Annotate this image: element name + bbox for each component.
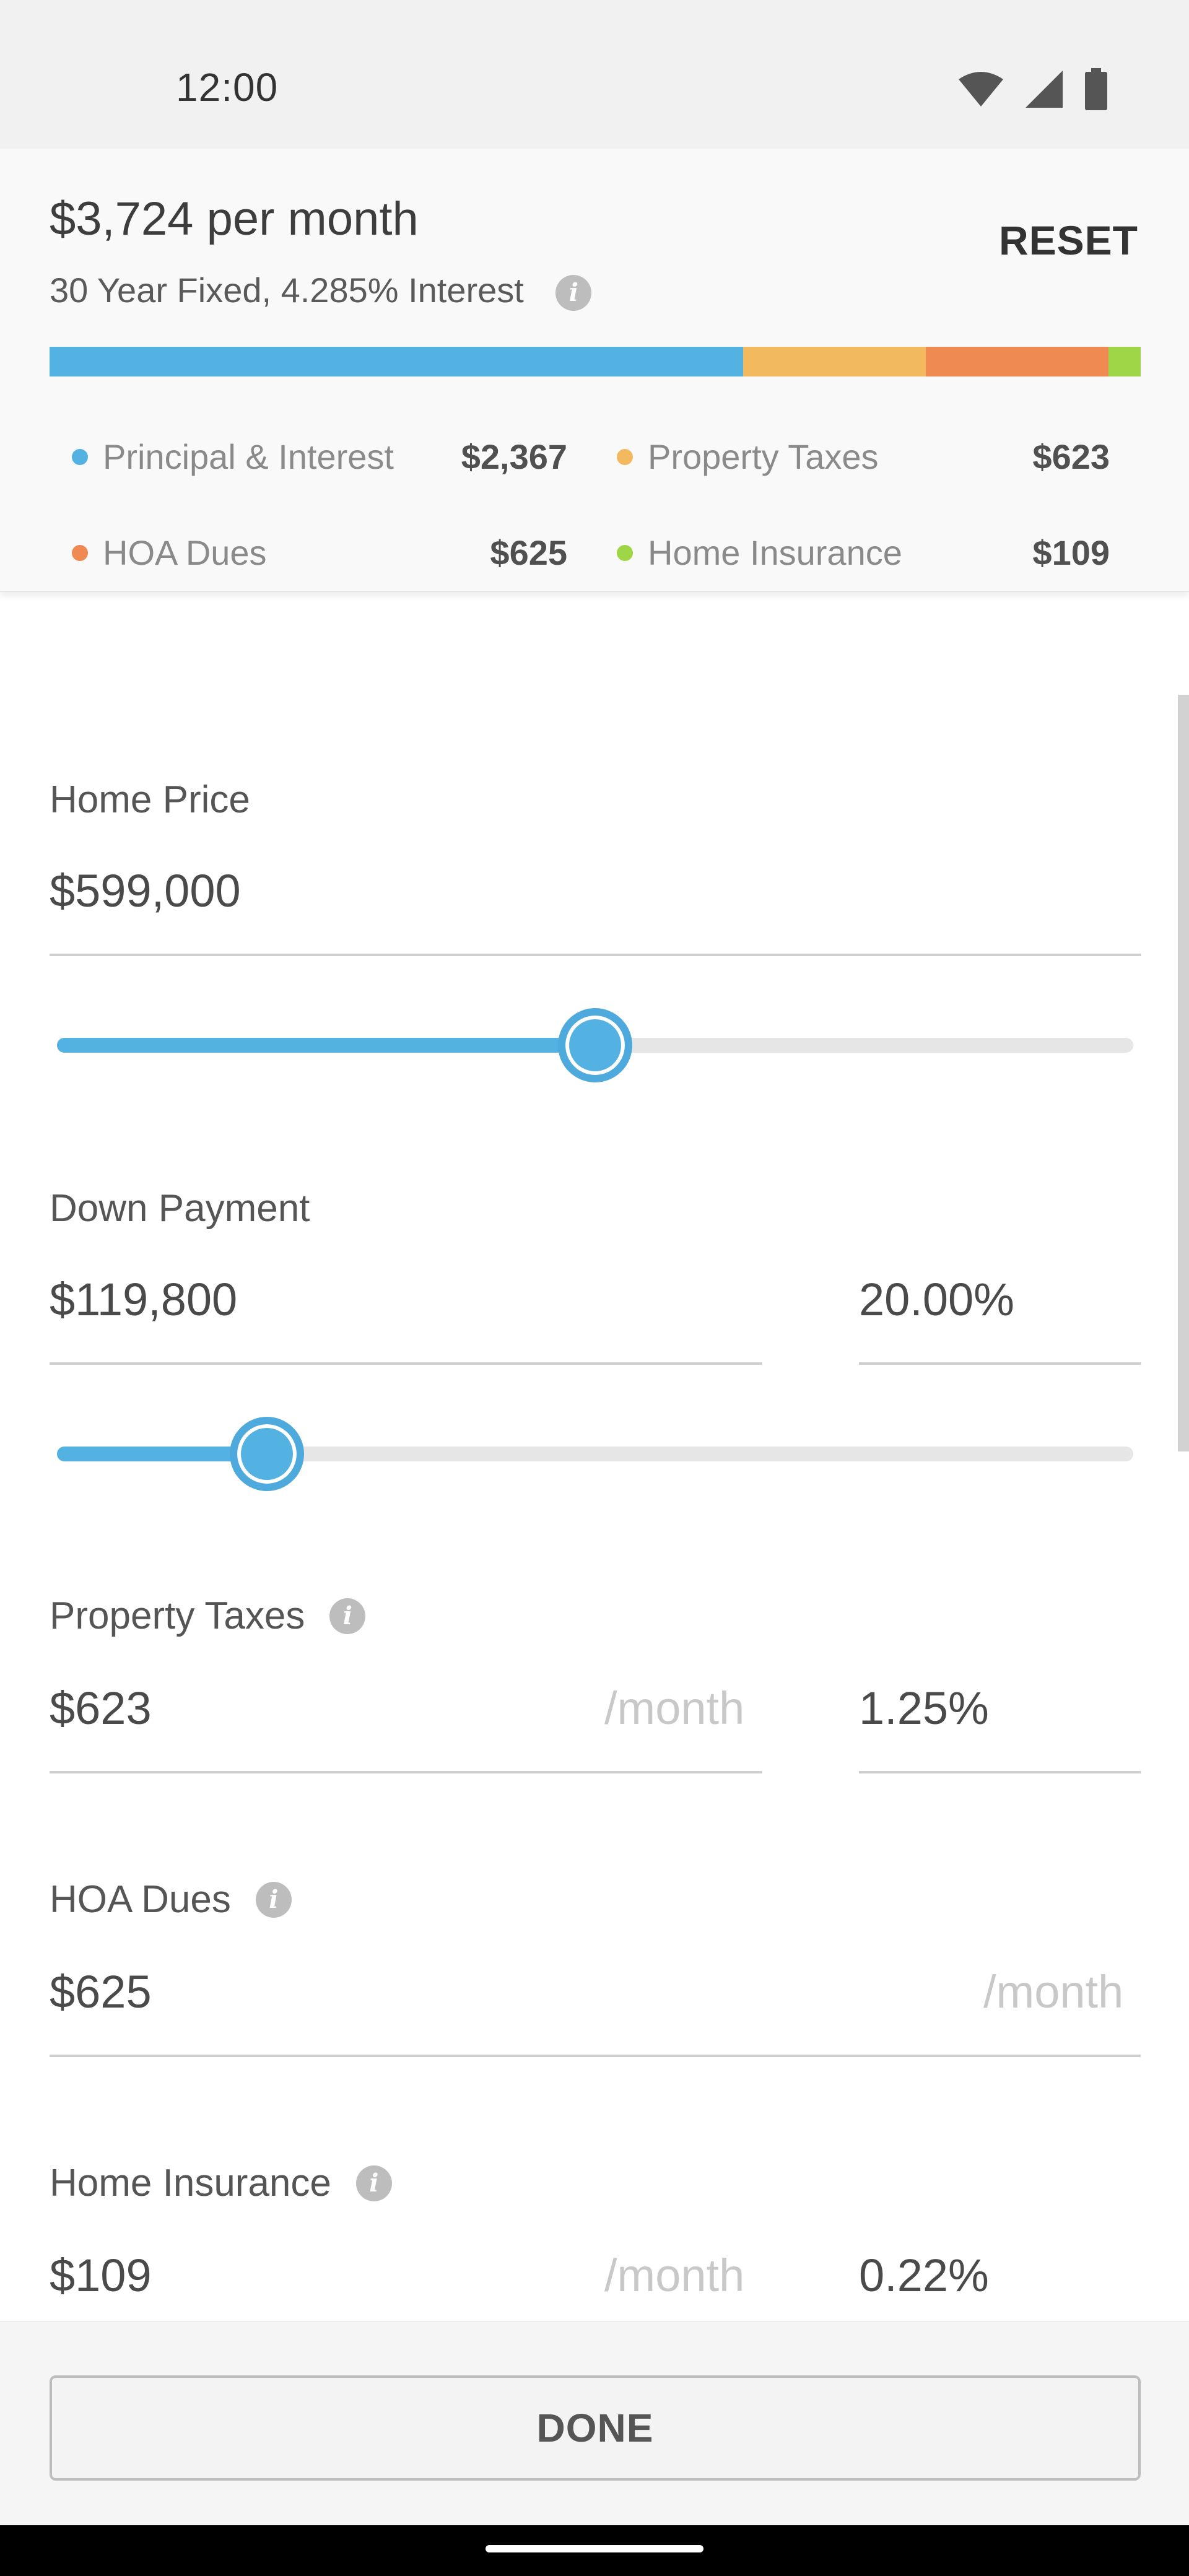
home-insurance-label-text: Home Insurance xyxy=(50,2162,331,2204)
home-handle[interactable] xyxy=(486,2545,703,2552)
legend-item-property-taxes: Property Taxes $623 xyxy=(592,437,1135,477)
hoa-dues-label: HOA Dues i xyxy=(50,1878,292,1921)
property-taxes-label-text: Property Taxes xyxy=(50,1595,305,1637)
home-insurance-input[interactable]: $109 xyxy=(50,2249,152,2302)
property-taxes-label: Property Taxes i xyxy=(50,1594,366,1638)
hoa-dues-label-text: HOA Dues xyxy=(50,1878,231,1921)
info-icon[interactable]: i xyxy=(329,1598,366,1634)
status-bar: 12:00 xyxy=(0,0,1189,149)
legend-item-hoa-dues: HOA Dues $625 xyxy=(50,533,592,573)
bottom-action-area: DONE xyxy=(0,2321,1189,2525)
info-icon[interactable]: i xyxy=(555,275,592,311)
legend-value: $109 xyxy=(1032,533,1110,572)
legend-value: $625 xyxy=(490,533,567,572)
down-payment-percent-underline xyxy=(859,1362,1141,1365)
bar-segment-principal-interest xyxy=(50,347,743,376)
navigation-bar xyxy=(0,2525,1189,2576)
loan-terms-text: 30 Year Fixed, 4.285% Interest xyxy=(50,271,524,310)
legend-label: Principal & Interest xyxy=(103,437,394,476)
bar-segment-property-taxes xyxy=(743,347,926,376)
legend-row: Principal & Interest $2,367 Property Tax… xyxy=(50,409,1141,505)
info-icon[interactable]: i xyxy=(255,1881,292,1918)
home-price-underline xyxy=(50,954,1141,956)
property-taxes-input[interactable]: $623 xyxy=(50,1682,152,1734)
home-insurance-unit: /month xyxy=(604,2250,745,2301)
legend-item-home-insurance: Home Insurance $109 xyxy=(592,533,1135,573)
home-insurance-label: Home Insurance i xyxy=(50,2161,392,2205)
legend-row: HOA Dues $625 Home Insurance $109 xyxy=(50,505,1141,601)
home-price-slider[interactable] xyxy=(50,1008,1141,1082)
home-price-label-text: Home Price xyxy=(50,778,250,821)
hoa-dues-unit: /month xyxy=(983,1966,1124,2017)
property-taxes-unit: /month xyxy=(604,1682,745,1734)
bar-segment-hoa-dues xyxy=(925,347,1109,376)
signal-icon xyxy=(1026,71,1063,108)
battery-icon xyxy=(1085,68,1107,110)
down-payment-underline xyxy=(50,1362,762,1365)
property-taxes-percent-underline xyxy=(859,1771,1141,1773)
status-time: 12:00 xyxy=(176,65,279,110)
payment-summary: $3,724 per month 30 Year Fixed, 4.285% I… xyxy=(0,149,1189,592)
down-payment-input[interactable]: $119,800 xyxy=(50,1273,237,1326)
slider-fill xyxy=(57,1038,595,1053)
bar-segment-home-insurance xyxy=(1108,347,1141,376)
property-taxes-percent-input[interactable]: 1.25% xyxy=(859,1682,989,1734)
payment-legend: Principal & Interest $2,367 Property Tax… xyxy=(50,409,1141,601)
reset-button[interactable]: RESET xyxy=(999,217,1138,264)
info-icon[interactable]: i xyxy=(355,2165,392,2201)
legend-value: $623 xyxy=(1032,437,1110,476)
down-payment-label-text: Down Payment xyxy=(50,1187,310,1230)
home-price-input[interactable]: $599,000 xyxy=(50,864,241,917)
down-payment-percent-input[interactable]: 20.00% xyxy=(859,1273,1014,1326)
down-payment-slider[interactable] xyxy=(50,1417,1141,1491)
wifi-icon xyxy=(959,72,1003,107)
property-taxes-underline xyxy=(50,1771,762,1773)
down-payment-label: Down Payment xyxy=(50,1186,310,1230)
payment-breakdown-bar xyxy=(50,347,1141,376)
hoa-dues-input[interactable]: $625 xyxy=(50,1965,152,2018)
done-button[interactable]: DONE xyxy=(50,2375,1141,2481)
legend-value: $2,367 xyxy=(461,437,567,476)
legend-label: Property Taxes xyxy=(648,437,879,476)
legend-dot xyxy=(72,448,88,465)
home-insurance-percent-input[interactable]: 0.22% xyxy=(859,2249,989,2302)
legend-dot xyxy=(617,448,633,465)
slider-thumb[interactable] xyxy=(558,1008,632,1082)
legend-item-principal-interest: Principal & Interest $2,367 xyxy=(50,437,592,477)
hoa-dues-underline xyxy=(50,2055,1141,2057)
legend-label: Home Insurance xyxy=(648,533,902,572)
legend-label: HOA Dues xyxy=(103,533,267,572)
home-price-label: Home Price xyxy=(50,778,250,822)
legend-dot xyxy=(72,544,88,561)
loan-terms: 30 Year Fixed, 4.285% Interest i xyxy=(50,270,592,311)
scrollbar[interactable] xyxy=(1178,695,1189,1451)
monthly-payment-total: $3,724 per month xyxy=(50,193,419,245)
legend-dot xyxy=(617,544,633,561)
slider-thumb[interactable] xyxy=(229,1417,304,1491)
status-icons xyxy=(957,67,1108,111)
